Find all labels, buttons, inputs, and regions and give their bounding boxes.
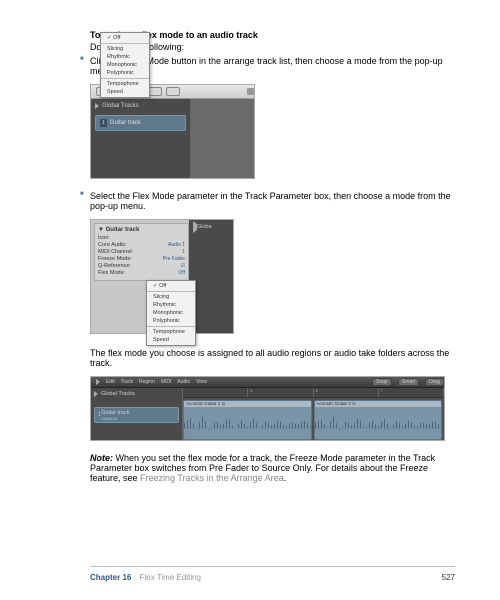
waveform-icon	[315, 413, 442, 439]
bar-ruler: 3 5 7	[183, 388, 444, 398]
flex-mode-menu: Off Slicing Rhythmic Monophonic Polyphon…	[100, 32, 150, 98]
ruler-segment	[183, 388, 248, 397]
global-tracks-label: Global Tracks	[102, 103, 139, 109]
page-number: 527	[442, 573, 455, 582]
menu-item: Monophonic	[101, 61, 149, 69]
menu-tab: Region	[139, 379, 155, 385]
track-flex-mode: Rhythmic	[101, 416, 129, 421]
param-label: Flex Mode:	[98, 270, 125, 276]
param-label: MIDI Channel:	[98, 249, 133, 255]
param-label: Freeze Mode:	[98, 256, 132, 262]
disclosure-triangle-icon	[96, 379, 100, 385]
chapter-title: Flex Time Editing	[140, 573, 201, 582]
menu-item: Polyphonic	[101, 69, 149, 77]
param-value: Off	[178, 270, 185, 276]
track-name: Guitar track	[101, 410, 129, 416]
flex-mode-menu: Off Slicing Rhythmic Monophonic Polyphon…	[146, 280, 196, 346]
param-label: Core Audio:	[98, 242, 127, 248]
figure-1: Global Tracks 1 Guitar track Off Slicing…	[90, 84, 455, 179]
note-paragraph: Note: When you set the flex mode for a t…	[90, 453, 455, 483]
figure-3: Edit Track Region MIDI Audio View Snap S…	[90, 376, 455, 441]
waveform-icon	[184, 413, 311, 439]
snap-mode: Smart	[398, 378, 419, 386]
ruler-segment: 5	[314, 388, 379, 397]
track-row: 1 Guitar track	[95, 115, 186, 131]
region-label: Acoustic Guitar 2 ⊙	[315, 401, 442, 407]
track-row: 1 Guitar track Rhythmic	[94, 407, 179, 423]
chapter-label: Chapter 16	[90, 573, 131, 582]
global-tracks-row: Global Tracks	[95, 103, 186, 109]
param-value: ☑	[181, 263, 185, 269]
menu-tab: Edit	[106, 379, 115, 385]
menu-tab: Audio	[177, 379, 190, 385]
step-2: Select the Flex Mode parameter in the Tr…	[80, 191, 455, 211]
menu-item: Off	[147, 282, 195, 290]
param-label: Q-Reference:	[98, 263, 131, 269]
audio-region: Acoustic Guitar 1 ⊙	[183, 400, 312, 440]
track-number: 1	[100, 119, 107, 127]
body-text: The flex mode you choose is assigned to …	[90, 348, 455, 368]
drag-control: Drag	[425, 378, 444, 386]
toolbar-button	[166, 87, 180, 96]
menu-item: Slicing	[101, 45, 149, 53]
figure-2: ▼ Guitar track Icon: Core Audio:Audio 1 …	[90, 219, 455, 336]
global-tracks-label: Global Tracks	[101, 391, 135, 397]
menu-item: Polyphonic	[147, 317, 195, 325]
param-value: Pre Fader	[163, 256, 185, 262]
snap-control: Snap	[372, 378, 392, 386]
param-label: Icon:	[98, 235, 110, 241]
audio-region: Acoustic Guitar 2 ⊙	[314, 400, 443, 440]
menu-item: Off	[101, 34, 149, 42]
menu-tab: MIDI	[161, 379, 172, 385]
track-parameter-box: ▼ Guitar track Icon: Core Audio:Audio 1 …	[94, 223, 189, 281]
global-tracks-row: Global Tracks	[94, 391, 179, 397]
menu-tab: Track	[121, 379, 133, 385]
param-title: ▼ Guitar track	[98, 227, 185, 233]
ruler-segment: 7	[379, 388, 444, 397]
region-label: Acoustic Guitar 1 ⊙	[184, 401, 311, 407]
note-end: .	[284, 473, 287, 483]
autozoom-icon	[247, 88, 254, 95]
ruler-segment: 3	[248, 388, 313, 397]
arrange-menu-bar: Edit Track Region MIDI Audio View Snap S…	[91, 377, 444, 388]
param-value: Audio 1	[168, 242, 185, 248]
menu-item: Speed	[147, 336, 195, 344]
track-name: Guitar track	[110, 120, 141, 126]
menu-item: Speed	[101, 88, 149, 96]
param-value: 1	[182, 249, 185, 255]
menu-tab: View	[196, 379, 207, 385]
menu-item: Tempophone	[147, 328, 195, 336]
disclosure-triangle-icon	[94, 391, 98, 397]
menu-item: Slicing	[147, 293, 195, 301]
cross-reference-link[interactable]: Freezing Tracks in the Arrange Area	[140, 473, 284, 483]
note-label: Note:	[90, 453, 113, 463]
menu-item: Rhythmic	[101, 53, 149, 61]
disclosure-triangle-icon	[95, 103, 99, 109]
menu-item: Rhythmic	[147, 301, 195, 309]
menu-item: Tempophone	[101, 80, 149, 88]
page-footer: Chapter 16 Flex Time Editing 527	[90, 566, 455, 582]
menu-item: Monophonic	[147, 309, 195, 317]
